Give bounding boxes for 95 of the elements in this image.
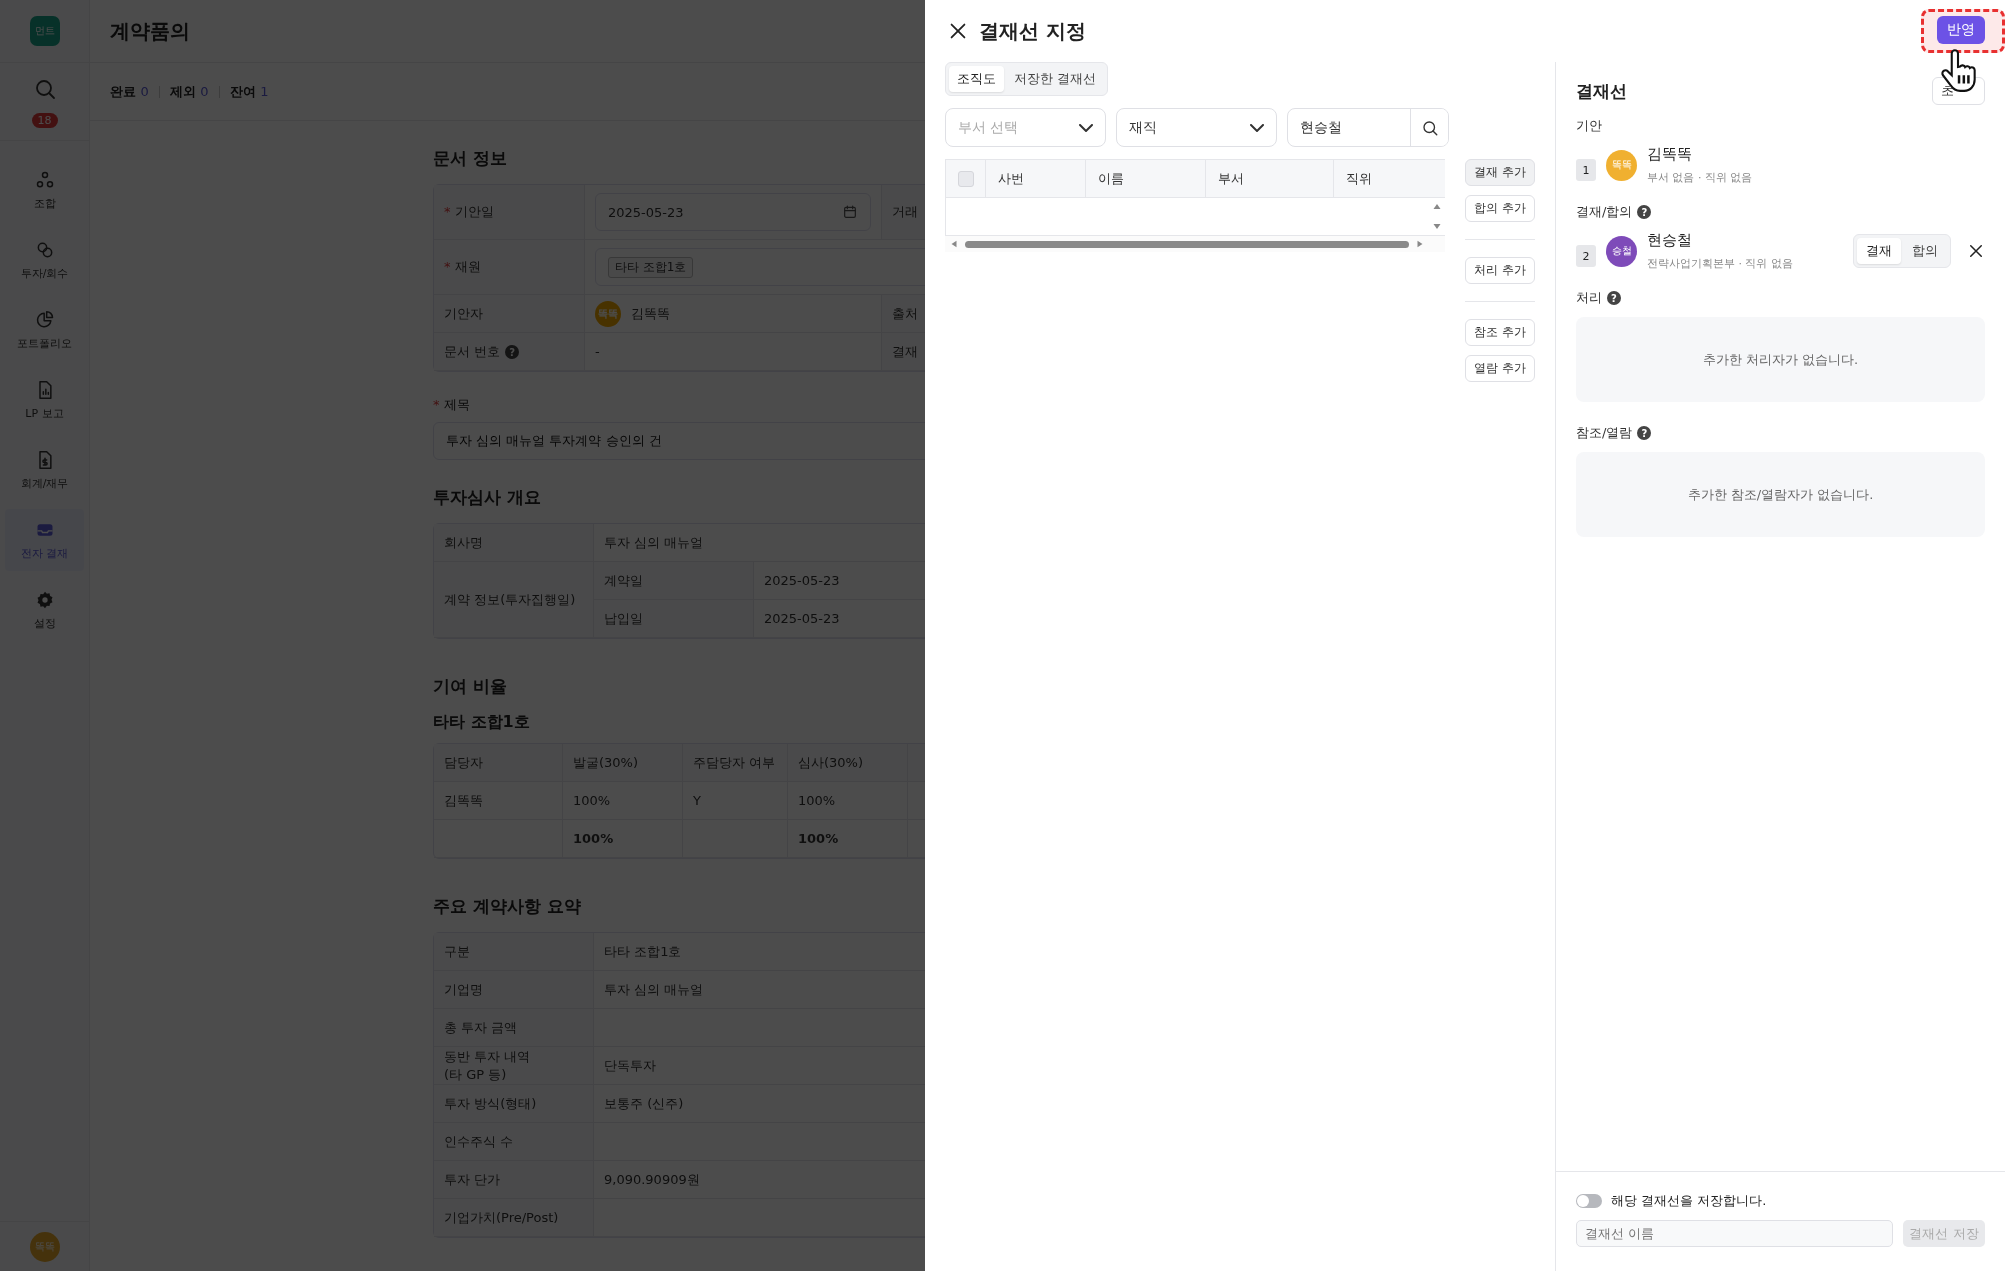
field-label: 투자 방식(형태)	[444, 1095, 537, 1111]
scroll-right-icon[interactable]	[1415, 239, 1425, 249]
tab[interactable]: 저장한 결재선	[1006, 66, 1105, 92]
drafter-name: 김똑똑	[631, 304, 670, 323]
type-option[interactable]: 결재	[1857, 238, 1901, 264]
field-label: 기업가치(Pre/Post)	[444, 1209, 559, 1225]
section-subheading: 타타 조합1호	[433, 712, 531, 733]
field-label: 심사(30%)	[798, 754, 864, 770]
field-value: 보통주 (신주)	[604, 1095, 684, 1111]
person-detail: 전략사업기획본부 · 직위 없음	[1647, 256, 1794, 271]
line-name-field[interactable]: 결재선 이름	[1576, 1220, 1893, 1247]
field-label: 기업명	[444, 981, 483, 997]
person-detail: 부서 없음 · 직위 없음	[1647, 170, 1754, 185]
help-icon[interactable]: ?	[1637, 426, 1652, 440]
help-icon[interactable]: ?	[1637, 205, 1652, 219]
search-icon	[1420, 118, 1439, 137]
empty-state: 추가한 참조/열람자가 없습니다.	[1576, 452, 1985, 537]
field-label: 회사명	[444, 534, 483, 550]
field-value: 2025-05-23	[764, 611, 840, 626]
field-value: Y	[693, 793, 701, 808]
panel-title: 결재선	[1576, 79, 1627, 103]
field-label: 문서 번호	[444, 343, 501, 359]
field-value: 100%	[573, 793, 611, 808]
field-label: 제목	[443, 397, 470, 412]
person-name: 김똑똑	[1647, 145, 1693, 164]
required-mark: *	[444, 204, 451, 219]
section-label: 기안	[1576, 117, 1602, 135]
person-avatar: 똑똑	[1606, 149, 1637, 181]
section-label: 참조/열람	[1576, 424, 1633, 442]
field-label: 인수주식 수	[444, 1133, 514, 1149]
dialog-title: 결재선 지정	[979, 17, 1086, 45]
page-title: 계약품의	[110, 17, 190, 45]
field-label: 계약 정보(투자집행일)	[444, 591, 576, 607]
field-value: -	[595, 344, 600, 359]
close-icon	[1967, 242, 1985, 260]
field-label: 재원	[454, 259, 481, 274]
total-value: 100%	[798, 831, 839, 846]
column-header[interactable]: 부서	[1206, 160, 1334, 197]
section-label: 처리	[1576, 289, 1602, 307]
order-number: 1	[1576, 159, 1596, 181]
add-button[interactable]: 참조 추가	[1465, 319, 1535, 346]
type-option[interactable]: 합의	[1903, 238, 1947, 264]
field-label: 출처	[892, 305, 918, 321]
search-field[interactable]: 현승철	[1287, 108, 1449, 147]
order-number: 2	[1576, 245, 1596, 267]
scroll-left-icon[interactable]	[949, 239, 959, 249]
field-label: 기안일	[454, 204, 494, 219]
status-select[interactable]: 재직	[1116, 108, 1277, 147]
add-button[interactable]: 합의 추가	[1465, 195, 1535, 222]
section-heading: 기여 비율	[433, 675, 508, 698]
add-button[interactable]: 결재 추가	[1465, 159, 1535, 186]
person-avatar: 승철	[1606, 235, 1637, 267]
section-label: 결재/합의	[1576, 203, 1633, 221]
column-header[interactable]: 이름	[1086, 160, 1206, 197]
required-mark: *	[433, 397, 440, 412]
field-label: 총 투자 금액	[444, 1019, 518, 1035]
field-label: 주담당자 여부	[693, 754, 776, 770]
field-label: 투자 단가	[444, 1171, 501, 1187]
section-heading: 주요 계약사항 요약	[433, 895, 582, 918]
field-label: 구분	[444, 943, 470, 959]
field-value: 단독투자	[604, 1057, 656, 1073]
scrollbar-thumb[interactable]	[965, 240, 1409, 248]
field-value: 100%	[798, 793, 836, 808]
field-value: 김똑똑	[444, 792, 483, 808]
field-value: 9,090.90909원	[604, 1171, 700, 1187]
total-value: 100%	[573, 831, 614, 846]
field-label: 발굴(30%)	[573, 754, 639, 770]
save-toggle[interactable]	[1576, 1194, 1602, 1208]
field-value: 투자 심의 매뉴얼	[604, 534, 704, 550]
field-label: 계약일	[604, 572, 643, 588]
chevron-down-icon	[1250, 123, 1264, 132]
column-header[interactable]: 직위	[1334, 160, 1445, 197]
apply-button[interactable]: 반영	[1937, 16, 1985, 44]
empty-state: 추가한 처리자가 없습니다.	[1576, 317, 1985, 402]
help-icon[interactable]: ?	[1607, 291, 1621, 305]
column-header[interactable]: 사번	[986, 160, 1086, 197]
field-label: 거래	[892, 204, 918, 219]
field-label: 납입일	[604, 610, 643, 626]
toggle-label: 해당 결재선을 저장합니다.	[1611, 1192, 1767, 1210]
field-label: 담당자	[444, 754, 483, 770]
section-heading: 문서 정보	[433, 147, 508, 170]
add-button[interactable]: 처리 추가	[1465, 257, 1535, 284]
remove-button[interactable]	[1967, 242, 1985, 260]
field-value: 투자 심의 매뉴얼	[604, 981, 704, 997]
section-heading: 투자심사 개요	[433, 486, 542, 509]
person-name: 현승철	[1647, 231, 1693, 250]
field-value: 2025-05-23	[764, 573, 840, 588]
search-button[interactable]	[1410, 109, 1448, 146]
select-all-checkbox[interactable]	[957, 170, 974, 187]
chevron-down-icon	[1079, 123, 1093, 132]
required-mark: *	[444, 259, 451, 274]
add-button[interactable]: 열람 추가	[1465, 355, 1535, 382]
tab[interactable]: 조직도	[949, 66, 1004, 92]
field-label: 기안자	[444, 305, 483, 321]
field-label: 결재	[892, 343, 918, 359]
